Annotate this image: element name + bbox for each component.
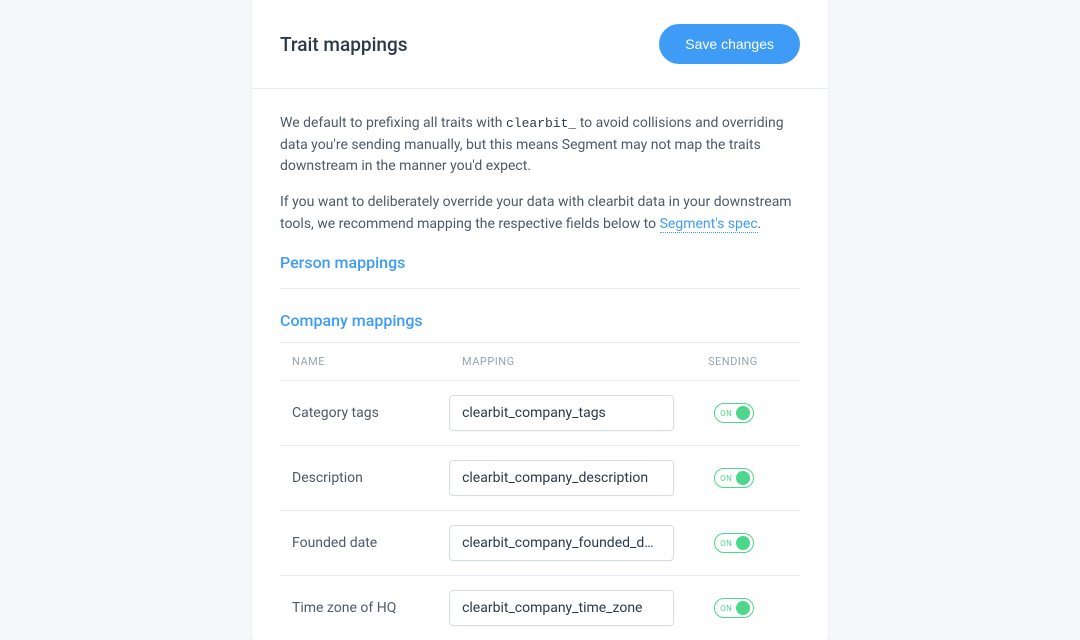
toggle-knob [736,601,750,615]
sending-toggle[interactable]: ON [714,403,754,423]
mapping-cell [449,525,714,561]
toggle-on-label: ON [720,474,732,483]
sending-cell: ON [714,468,788,488]
trait-mappings-card: Trait mappings Save changes We default t… [252,0,828,640]
trait-name-label: Category tags [292,405,449,421]
table-row: Founded date ON [280,511,800,576]
toggle-knob [736,536,750,550]
table-row: Category tags ON [280,381,800,446]
column-header-sending: SENDING [708,355,788,368]
page-title: Trait mappings [280,33,408,56]
mapping-input[interactable] [449,395,674,431]
table-row: Time zone of HQ ON [280,576,800,640]
mapping-input[interactable] [449,525,674,561]
mapping-cell [449,590,714,626]
toggle-knob [736,471,750,485]
sending-toggle[interactable]: ON [714,468,754,488]
toggle-knob [736,406,750,420]
sending-cell: ON [714,533,788,553]
mapping-input[interactable] [449,590,674,626]
toggle-on-label: ON [720,604,732,613]
trait-name-label: Description [292,470,449,486]
code-prefix: clearbit_ [506,116,576,131]
company-mappings-heading: Company mappings [280,311,800,342]
description-paragraph-2: If you want to deliberately override you… [280,192,800,235]
table-row: Description ON [280,446,800,511]
sending-toggle[interactable]: ON [714,598,754,618]
trait-name-label: Founded date [292,535,449,551]
sending-cell: ON [714,598,788,618]
person-mappings-heading: Person mappings [280,253,800,289]
mapping-cell [449,395,714,431]
sending-cell: ON [714,403,788,423]
trait-name-label: Time zone of HQ [292,600,449,616]
description-text: . [758,216,762,232]
segment-spec-link[interactable]: Segment's spec [660,216,758,233]
description-paragraph-1: We default to prefixing all traits with … [280,113,800,178]
column-header-name: NAME [292,355,462,368]
toggle-on-label: ON [720,409,732,418]
save-changes-button[interactable]: Save changes [659,24,800,64]
mapping-cell [449,460,714,496]
sending-toggle[interactable]: ON [714,533,754,553]
column-header-mapping: MAPPING [462,355,708,368]
card-body: We default to prefixing all traits with … [252,89,828,640]
card-header: Trait mappings Save changes [252,0,828,89]
mapping-input[interactable] [449,460,674,496]
table-header-row: NAME MAPPING SENDING [280,342,800,381]
toggle-on-label: ON [720,539,732,548]
description-text: We default to prefixing all traits with [280,115,506,131]
